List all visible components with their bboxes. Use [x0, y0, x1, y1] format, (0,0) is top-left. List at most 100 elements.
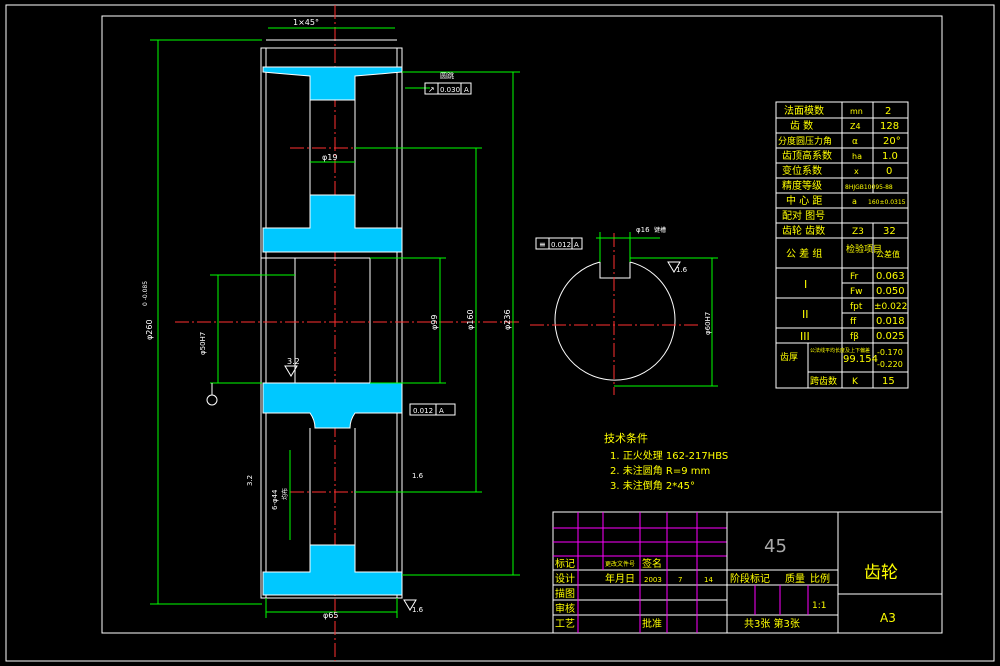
- tb-day: 14: [704, 576, 713, 584]
- sym-tol-datum: A: [574, 241, 579, 249]
- dim-d236: φ236: [503, 309, 512, 330]
- tb-gongyi: 工艺: [555, 618, 575, 630]
- tb-qianming: 签名: [642, 557, 662, 570]
- title-scale: 1:1: [812, 601, 826, 611]
- gear-cross-section: [260, 39, 403, 599]
- thick-label: 齿厚: [780, 352, 798, 363]
- tb-biaoji: 标记: [555, 558, 575, 570]
- thick-up: -0.170: [877, 348, 903, 357]
- runout-label: 圆跳: [440, 71, 454, 80]
- tol-fw: Fw: [850, 287, 863, 297]
- param-3-label: 齿顶高系数: [782, 149, 832, 162]
- dim-d160: φ160: [466, 309, 475, 330]
- param-8-val: 32: [883, 226, 896, 237]
- tb-miaotu: 描图: [555, 587, 575, 600]
- tech-item-3: 3. 未注倒角 2*45°: [610, 479, 695, 492]
- rough-16b: 1.6: [412, 606, 424, 614]
- param-0-label: 法面模数: [784, 104, 824, 117]
- param-2-val: 20°: [883, 136, 901, 147]
- section-rough: 1.6: [676, 266, 688, 274]
- tb-pizhun: 批准: [642, 617, 662, 630]
- tb-month: 7: [678, 576, 682, 584]
- bore-dim: φ60H7: [704, 312, 712, 335]
- param-6-val: 160±0.0315: [868, 199, 906, 206]
- rough-32: 3.2: [287, 357, 300, 366]
- k-sym: K: [852, 377, 859, 387]
- tb-sheji: 设计: [555, 572, 575, 585]
- tech-title: 技术条件: [604, 431, 648, 445]
- tech-item-1: 1. 正火处理 162-217HBS: [610, 450, 728, 462]
- dim-d19: φ19: [322, 153, 337, 162]
- datum-a-symbol: [206, 394, 218, 406]
- tol-group-i: I: [804, 278, 807, 291]
- tol-fpt: fpt: [850, 302, 863, 312]
- param-3-sym: ha: [852, 152, 862, 161]
- flat-tol-datum: A: [439, 407, 444, 415]
- tol-fr-val: 0.063: [876, 271, 905, 282]
- dim-d99: φ99: [430, 315, 439, 330]
- tb-bili: 比例: [810, 572, 830, 585]
- param-8-sym: Z3: [852, 227, 864, 237]
- k-label: 跨齿数: [810, 375, 837, 387]
- sym-tol-value: 0.012: [551, 241, 571, 249]
- thick-note: 公法线平均长度及上下偏差: [810, 347, 870, 354]
- dim-d260-tol: 0 -0.085: [142, 281, 149, 306]
- param-0-val: 2: [885, 106, 891, 117]
- tb-zhiliang: 质量: [785, 573, 805, 585]
- rough-16: 1.6: [412, 472, 424, 480]
- param-1-label: 齿 数: [790, 119, 813, 132]
- k-val: 15: [882, 376, 895, 387]
- keyway-note: 键槽: [654, 226, 666, 234]
- param-2-label: 分度圆压力角: [778, 135, 832, 147]
- param-1-sym: Z4: [850, 122, 861, 131]
- param-2-sym: α: [852, 137, 858, 147]
- title-sheet: A3: [880, 611, 896, 625]
- dim-bore-holes-note: 均布: [281, 488, 289, 500]
- flat-tol-value: 0.012: [413, 407, 433, 415]
- outer-frame: [5, 4, 995, 662]
- svg-text:↗: ↗: [428, 85, 435, 94]
- title-material: 45: [764, 536, 787, 557]
- tol-fb-val: 0.025: [876, 331, 905, 342]
- tol-fpt-val: ±0.022: [874, 302, 907, 312]
- tol-ff: ff: [850, 317, 857, 327]
- param-4-val: 0: [886, 166, 892, 177]
- tol-fb: fβ: [850, 332, 859, 342]
- dim-d50: φ50H7: [199, 332, 207, 355]
- tol-fw-val: 0.050: [876, 286, 905, 297]
- tb-shenhe: 审核: [555, 602, 575, 615]
- drawing-canvas: 1×45° 圆跳 ↗ 0.030 A φ19 φ260 0 -0.085 φ99…: [5, 4, 995, 662]
- param-3-val: 1.0: [882, 151, 898, 162]
- tech-item-2: 2. 未注圆角 R=9 mm: [610, 464, 710, 477]
- tol-ff-val: 0.018: [876, 316, 905, 327]
- runout-tol-value: 0.030: [440, 86, 460, 94]
- chamfer-top-label: 1×45°: [293, 18, 319, 27]
- dim-d260: φ260: [145, 319, 154, 340]
- param-4-sym: x: [854, 167, 859, 176]
- thick-val: 99.154: [843, 354, 878, 365]
- tb-chuli: 更改文件号: [605, 560, 635, 568]
- param-7-label: 配对 图号: [782, 209, 825, 222]
- tol-fr: Fr: [850, 272, 859, 282]
- param-1-val: 128: [880, 121, 899, 132]
- param-5-sym: 8HJGB10095-88: [845, 184, 893, 191]
- param-0-sym: mn: [850, 107, 863, 116]
- keyway-section-view: [530, 232, 718, 395]
- dim-d65: φ65: [323, 611, 338, 620]
- dim-bore-holes: 6-φ44: [271, 489, 279, 510]
- tb-jieduan: 阶段标记: [730, 572, 770, 585]
- svg-text:≡: ≡: [539, 240, 546, 249]
- tb-year: 2003: [644, 576, 662, 584]
- param-5-label: 精度等级: [782, 179, 822, 192]
- tol-value: 公差值: [876, 249, 900, 259]
- keyway-dim: φ16: [636, 226, 650, 234]
- param-6-label: 中 心 距: [786, 194, 822, 207]
- runout-datum: A: [464, 86, 469, 94]
- param-4-label: 变位系数: [782, 164, 822, 177]
- rough-32b: 3.2: [246, 475, 254, 486]
- param-8-label: 齿轮 齿数: [782, 224, 825, 237]
- tol-group: 公 差 组: [786, 247, 822, 260]
- tb-nianyueri: 年月日: [605, 572, 635, 585]
- tol-group-ii: II: [802, 308, 809, 321]
- tol-group-iii: III: [800, 330, 810, 343]
